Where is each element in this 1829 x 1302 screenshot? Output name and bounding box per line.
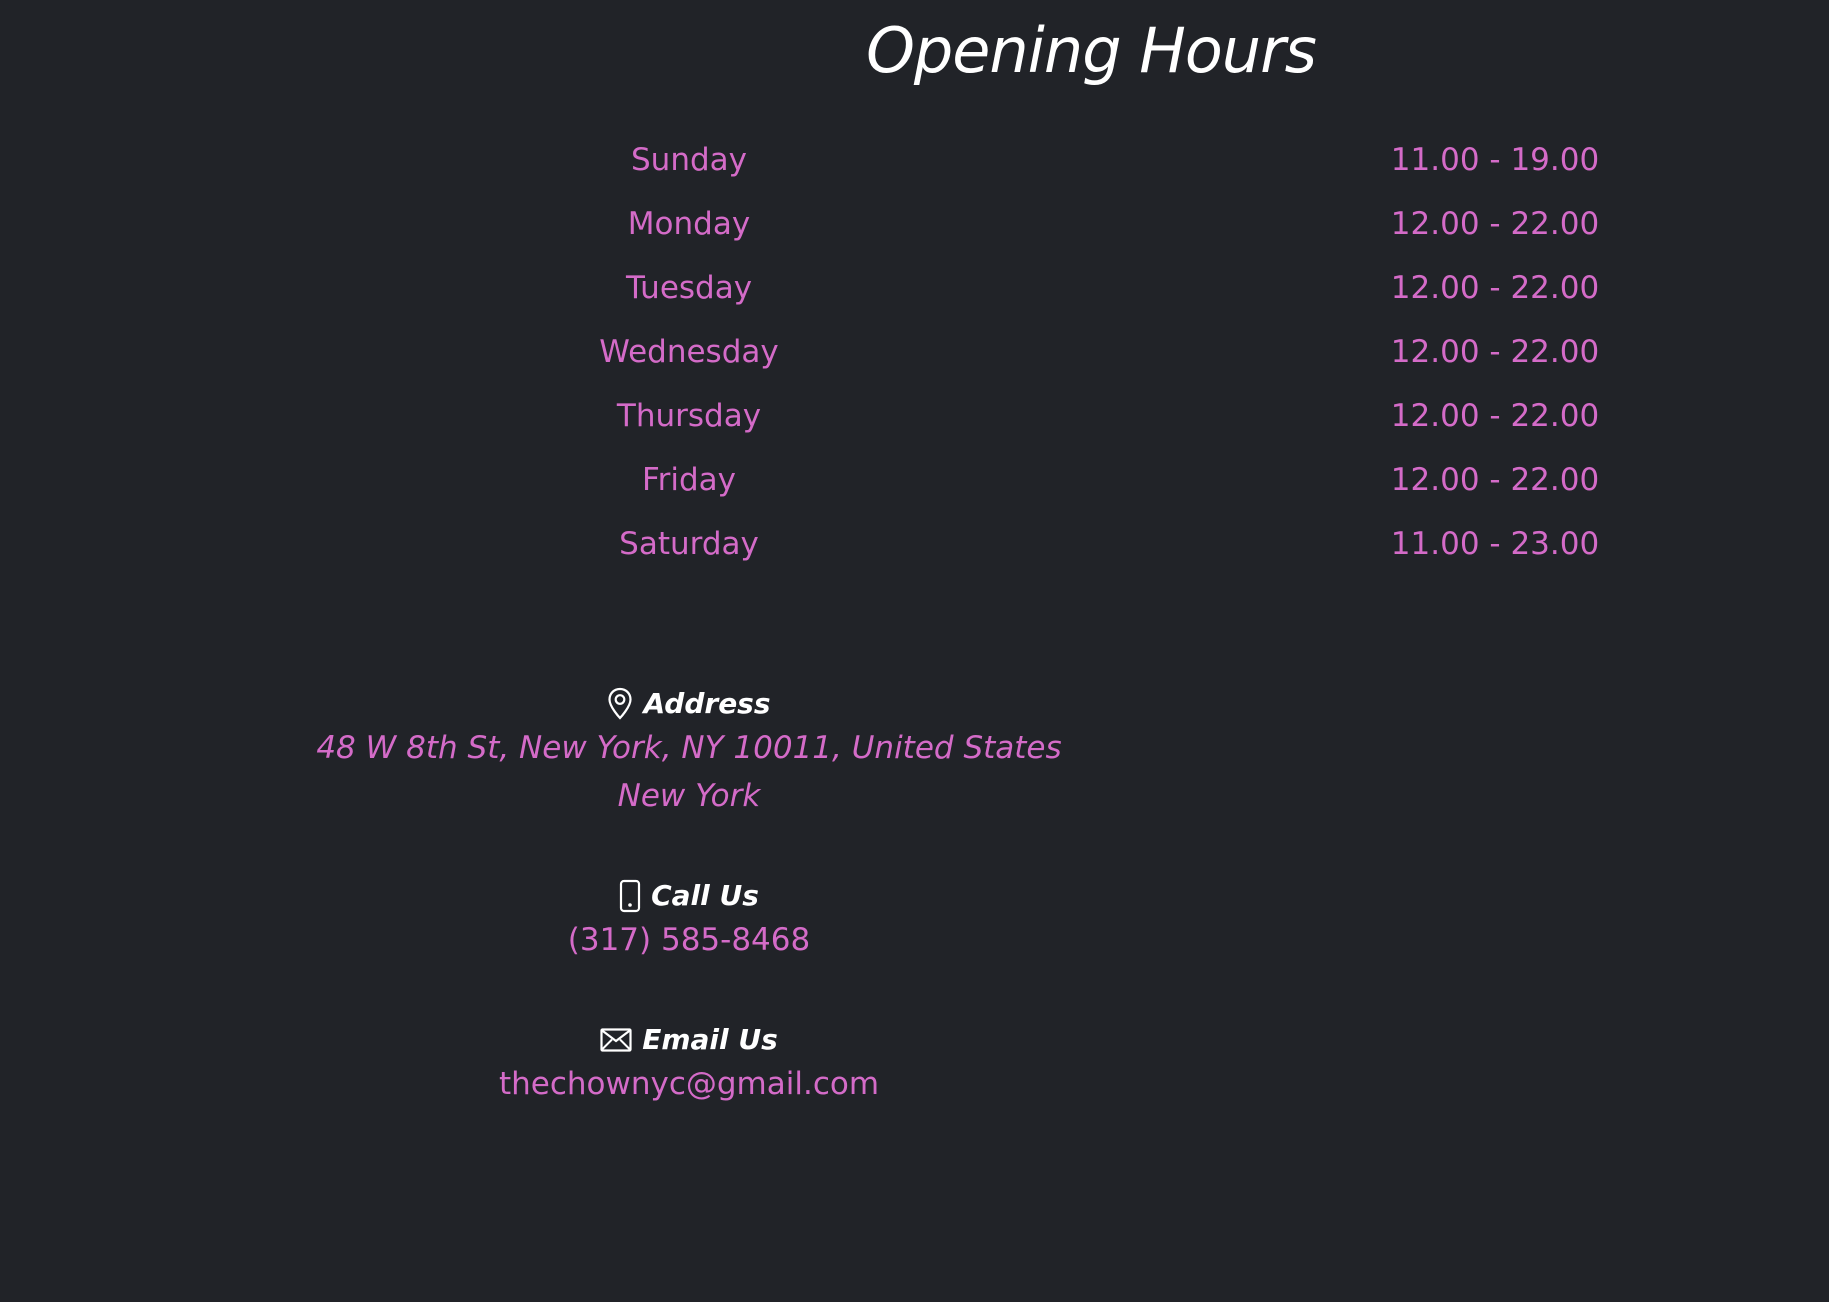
phone-number-link[interactable]: (317) 585-8468 [289, 916, 1089, 964]
hours-row-friday: Friday 12.00 - 22.00 [0, 460, 1829, 500]
hours-value: 12.00 - 22.00 [1390, 334, 1600, 370]
hours-value: 11.00 - 19.00 [1390, 142, 1600, 178]
hours-value: 12.00 - 22.00 [1390, 206, 1600, 242]
map-pin-icon [607, 687, 633, 721]
address-line-1: 48 W 8th St, New York, NY 10011, United … [316, 730, 1062, 766]
hours-row-sunday: Sunday 11.00 - 19.00 [0, 140, 1829, 180]
hours-row-thursday: Thursday 12.00 - 22.00 [0, 396, 1829, 436]
hours-row-saturday: Saturday 11.00 - 23.00 [0, 524, 1829, 564]
address-label: Address [643, 687, 771, 720]
day-label: Wednesday [599, 334, 779, 370]
opening-hours-page: Opening Hours Sunday 11.00 - 19.00 Monda… [0, 0, 1829, 1302]
email-label: Email Us [642, 1023, 778, 1056]
address-heading: Address [289, 684, 1089, 724]
hours-value: 12.00 - 22.00 [1390, 398, 1600, 434]
day-label: Sunday [631, 142, 747, 178]
call-heading: Call Us [289, 876, 1089, 916]
envelope-icon [600, 1028, 632, 1052]
day-label: Friday [642, 462, 736, 498]
email-heading: Email Us [289, 1020, 1089, 1060]
day-label: Thursday [616, 398, 762, 434]
phone-icon [619, 879, 641, 913]
day-label: Saturday [619, 526, 759, 562]
call-section: Call Us (317) 585-8468 [289, 876, 1089, 964]
address-line-2: New York [617, 778, 761, 814]
day-label: Tuesday [625, 270, 753, 306]
email-section: Email Us thechownyc@gmail.com [289, 1020, 1089, 1108]
hours-value: 12.00 - 22.00 [1390, 270, 1600, 306]
hours-row-wednesday: Wednesday 12.00 - 22.00 [0, 332, 1829, 372]
hours-row-tuesday: Tuesday 12.00 - 22.00 [0, 268, 1829, 308]
hours-value: 12.00 - 22.00 [1390, 462, 1600, 498]
page-title: Opening Hours [866, 14, 1317, 87]
email-address-link[interactable]: thechownyc@gmail.com [289, 1060, 1089, 1108]
day-label: Monday [627, 206, 751, 242]
hours-value: 11.00 - 23.00 [1390, 526, 1600, 562]
hours-row-monday: Monday 12.00 - 22.00 [0, 204, 1829, 244]
call-label: Call Us [651, 879, 759, 912]
address-section: Address 48 W 8th St, New York, NY 10011,… [289, 684, 1089, 820]
